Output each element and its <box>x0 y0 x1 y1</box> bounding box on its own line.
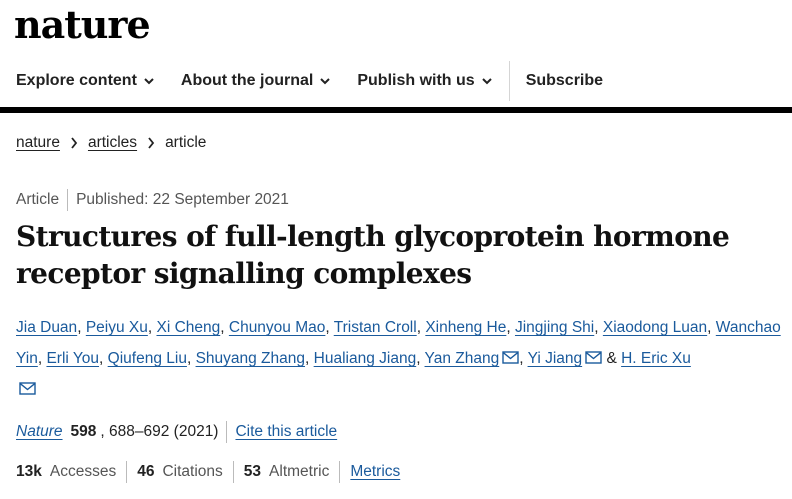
mail-icon[interactable] <box>585 351 602 364</box>
pages-year: , 688–692 (2021) <box>100 423 219 440</box>
chevron-right-icon <box>148 137 155 149</box>
nav-label: Explore content <box>16 72 137 89</box>
author-link[interactable]: Shuyang Zhang <box>196 350 305 367</box>
author-link[interactable]: Yan Zhang <box>425 350 500 367</box>
breadcrumb-articles[interactable]: articles <box>88 134 137 152</box>
article-type: Article <box>16 191 60 208</box>
nav-publish-with-us[interactable]: Publish with us <box>357 72 492 90</box>
chevron-right-icon <box>71 137 78 149</box>
published-date: Published: 22 September 2021 <box>76 191 289 208</box>
nav-about-journal[interactable]: About the journal <box>181 72 331 90</box>
chevron-down-icon <box>144 78 154 85</box>
main-nav: Explore content About the journal Publis… <box>0 61 792 101</box>
article-title: Structures of full-length glycoprotein h… <box>16 220 730 290</box>
citations-count: 46 <box>137 463 155 480</box>
nav-label: About the journal <box>180 72 314 89</box>
divider <box>232 461 234 483</box>
author-link[interactable]: Peiyu Xu <box>86 319 148 336</box>
author-link[interactable]: Chunyou Mao <box>229 319 326 336</box>
cite-this-article-link[interactable]: Cite this article <box>235 423 337 441</box>
author-link[interactable]: Jia Duan <box>16 319 77 336</box>
chevron-down-icon <box>481 78 492 85</box>
author-link[interactable]: Tristan Croll <box>334 319 417 336</box>
breadcrumb-nature[interactable]: nature <box>16 134 60 152</box>
citation-line: Nature 598 , 688–692 (2021) Cite this ar… <box>16 421 337 443</box>
author-list: Jia Duan, Peiyu Xu, Xi Cheng, Chunyou Ma… <box>16 312 781 405</box>
mail-icon[interactable] <box>19 382 36 395</box>
site-logo[interactable]: nature <box>14 2 151 47</box>
nav-label: Publish with us <box>357 72 475 89</box>
mail-icon[interactable] <box>502 351 519 364</box>
divider <box>67 189 69 211</box>
altmetric-label: Altmetric <box>269 463 330 480</box>
nav-subscribe[interactable]: Subscribe <box>526 72 603 90</box>
author-link[interactable]: Xiaodong Luan <box>603 319 707 336</box>
author-link[interactable]: Xinheng He <box>425 319 506 336</box>
nav-label: Subscribe <box>525 72 604 89</box>
author-link[interactable]: Qiufeng Liu <box>108 350 187 367</box>
metrics-link[interactable]: Metrics <box>350 463 400 481</box>
nav-divider <box>508 61 510 101</box>
chevron-down-icon <box>320 78 331 85</box>
author-link[interactable]: Erli You <box>46 350 99 367</box>
author-link[interactable]: H. Eric Xu <box>621 350 691 367</box>
author-link[interactable]: Jingjing Shi <box>515 319 594 336</box>
article-metrics: 13k Accesses 46 Citations 53 Altmetric M… <box>16 461 400 483</box>
accesses-count: 13k <box>16 463 42 480</box>
nav-explore-content[interactable]: Explore content <box>16 72 155 90</box>
breadcrumb: nature articles article <box>16 134 206 152</box>
breadcrumb-current: article <box>165 134 207 151</box>
author-link[interactable]: Xi Cheng <box>156 319 220 336</box>
article-meta: Article Published: 22 September 2021 <box>16 189 289 211</box>
divider <box>226 421 228 443</box>
journal-link[interactable]: Nature <box>16 423 63 441</box>
nav-underline-bar <box>0 107 792 113</box>
accesses-label: Accesses <box>49 463 117 480</box>
divider <box>339 461 341 483</box>
citations-label: Citations <box>162 463 223 480</box>
author-link[interactable]: Yi Jiang <box>528 350 583 367</box>
altmetric-count: 53 <box>243 463 262 480</box>
divider <box>126 461 128 483</box>
volume: 598 <box>70 423 97 440</box>
author-link[interactable]: Hualiang Jiang <box>314 350 417 367</box>
